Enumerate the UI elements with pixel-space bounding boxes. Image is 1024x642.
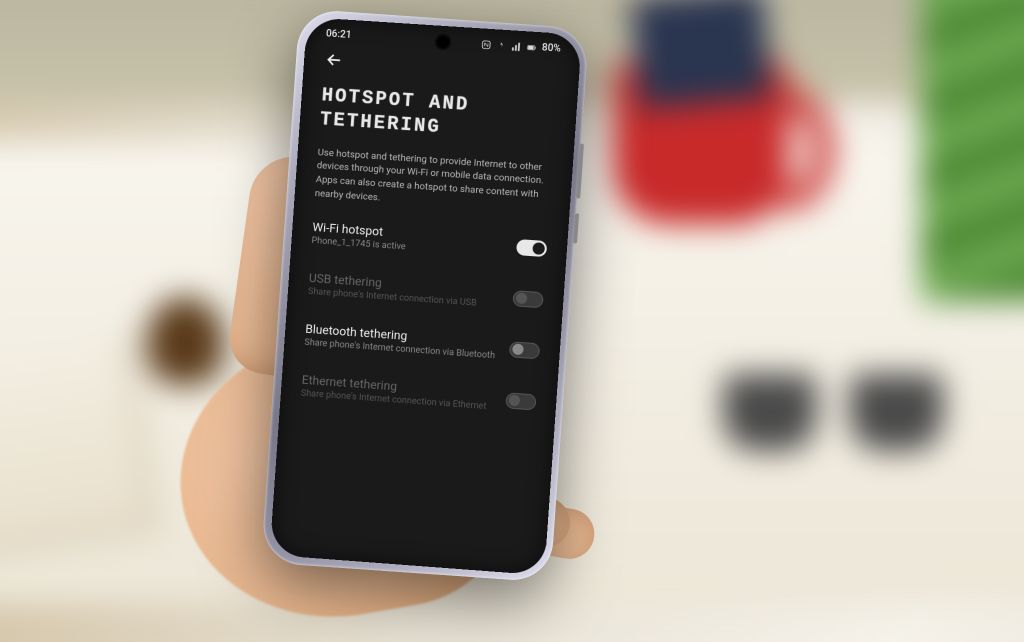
battery-icon (526, 42, 537, 53)
bluetooth-tethering-toggle[interactable] (509, 341, 540, 359)
wifi-signal-icon (511, 41, 522, 52)
phone-screen: 06:21 80% HO (270, 17, 582, 575)
page-title: HOTSPOT AND TETHERING (319, 84, 557, 147)
phone: 06:21 80% HO (261, 9, 589, 583)
page-description: Use hotspot and tethering to provide Int… (314, 146, 553, 217)
nfc-icon (481, 39, 492, 50)
status-time: 06:21 (326, 28, 352, 41)
ethernet-tethering-toggle (505, 392, 536, 410)
battery-percentage: 80% (541, 42, 561, 54)
wifi-hotspot-toggle[interactable] (516, 239, 547, 257)
usb-tethering-toggle (512, 290, 543, 308)
back-arrow-icon[interactable] (323, 45, 345, 81)
vibrate-icon (496, 40, 507, 51)
